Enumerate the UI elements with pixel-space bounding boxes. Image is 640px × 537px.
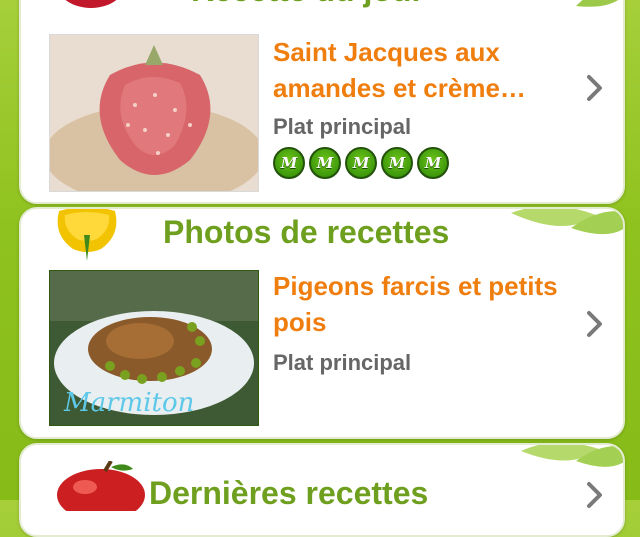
strawberry-icon <box>65 0 117 8</box>
chevron-right-icon[interactable] <box>585 310 605 338</box>
recipe-of-the-day-card[interactable]: Recette du jour Saint Jacques aux amande… <box>19 0 625 204</box>
stuffed-pigeon-photo: Marmiton <box>50 271 258 425</box>
leaves-decoration-icon <box>576 0 618 7</box>
section-title-recipe-of-the-day: Recette du jour <box>191 0 424 9</box>
recipe-of-the-day-photo[interactable] <box>49 34 259 192</box>
recipe-photo-category: Plat principal <box>273 350 412 375</box>
recipe-photos-card[interactable]: Photos de recettes Marmiton Pigeons farc… <box>19 207 625 439</box>
recipe-rating: M M M M M <box>273 147 449 179</box>
rating-badge: M <box>381 147 413 179</box>
apple-icon <box>57 461 145 511</box>
recipe-of-the-day-category: Plat principal <box>273 114 412 139</box>
chevron-right-icon[interactable] <box>585 481 605 509</box>
rating-badge: M <box>345 147 377 179</box>
strawberry-photo <box>50 35 258 191</box>
section-title-latest-recipes: Dernières recettes <box>149 475 429 511</box>
rating-badge: M <box>417 147 449 179</box>
rating-badge: M <box>309 147 341 179</box>
recipe-photo-name: Pigeons farcis et petits pois <box>273 271 558 337</box>
section-title-recipe-photos: Photos de recettes <box>163 214 450 250</box>
latest-recipes-card[interactable]: Dernières recettes <box>19 443 625 537</box>
chevron-right-icon[interactable] <box>585 74 605 102</box>
recipe-photo-thumbnail[interactable]: Marmiton <box>49 270 259 426</box>
photo-watermark: Marmiton <box>63 388 194 418</box>
bell-pepper-icon <box>57 209 117 261</box>
recipe-of-the-day-name: Saint Jacques aux amandes et crème… <box>273 37 526 103</box>
rating-badge: M <box>273 147 305 179</box>
leaves-decoration-icon <box>511 209 623 235</box>
